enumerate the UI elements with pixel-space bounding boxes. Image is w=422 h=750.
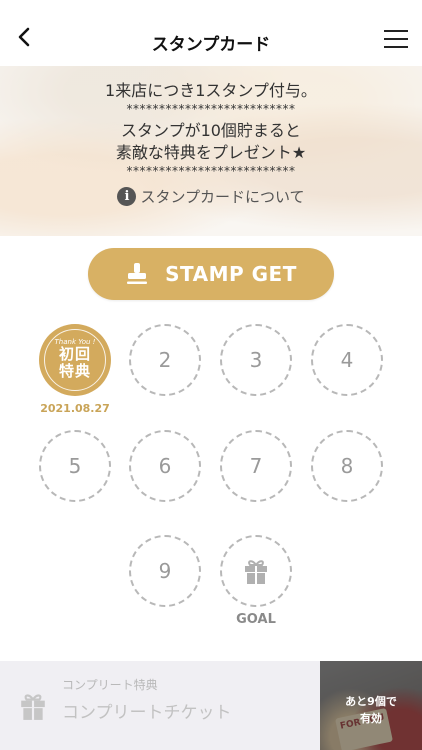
menu-button[interactable]	[384, 30, 408, 50]
stamp-slot: 8	[311, 430, 383, 502]
stamp-text-1: 初回	[58, 345, 91, 363]
stamp-icon	[127, 263, 148, 284]
complete-reward-title: コンプリートチケット	[62, 703, 232, 723]
first-visit-stamp: Thank You ! 初回 特典	[44, 329, 106, 391]
page-title: スタンプカード	[151, 35, 271, 55]
stamp-slot: 4	[311, 324, 383, 396]
hamburger-line	[384, 38, 408, 40]
info-banner: 1来店につき1スタンプ付与。 *************************…	[0, 66, 422, 236]
ticket-status-line-1: あと9個で	[345, 695, 397, 708]
banner-divider: **************************	[126, 102, 296, 116]
stamp-slot: 2	[129, 324, 201, 396]
banner-divider: **************************	[126, 164, 296, 178]
ticket-status: あと9個で 有効	[320, 693, 422, 727]
gift-icon	[21, 694, 45, 720]
goal-slot	[220, 535, 292, 607]
ticket-status-line-2: 有効	[360, 712, 382, 725]
complete-ticket-thumbnail[interactable]: FOR YOU あと9個で 有効	[320, 661, 422, 750]
banner-line-2: スタンプが10個貯まると	[121, 121, 301, 140]
complete-reward-subtitle: コンプリート特典	[62, 678, 158, 692]
stamp-slot: 5	[39, 430, 111, 502]
stamp-text-2: 特典	[58, 362, 91, 380]
stamp-get-label: STAMP GET	[165, 262, 297, 286]
stamp-slot: 7	[220, 430, 292, 502]
banner-line-1: 1来店につき1スタンプ付与。	[105, 81, 317, 100]
hamburger-line	[384, 46, 408, 48]
stamp-slot: 3	[220, 324, 292, 396]
stamp-get-button[interactable]: STAMP GET	[88, 248, 334, 300]
stamp-slot: 9	[129, 535, 201, 607]
gift-icon	[245, 560, 267, 584]
stamp-slot-1-collected: Thank You ! 初回 特典	[39, 324, 111, 396]
app-header: スタンプカード	[0, 0, 422, 66]
about-stamp-card-link[interactable]: i スタンプカードについて	[117, 186, 305, 207]
stamp-slot: 6	[129, 430, 201, 502]
banner-line-3: 素敵な特典をプレゼント★	[115, 143, 307, 162]
hamburger-line	[384, 30, 408, 32]
info-icon: i	[117, 187, 137, 206]
stamp-date: 2021.08.27	[40, 402, 110, 415]
goal-label: GOAL	[236, 612, 276, 627]
about-label: スタンプカードについて	[140, 188, 305, 206]
